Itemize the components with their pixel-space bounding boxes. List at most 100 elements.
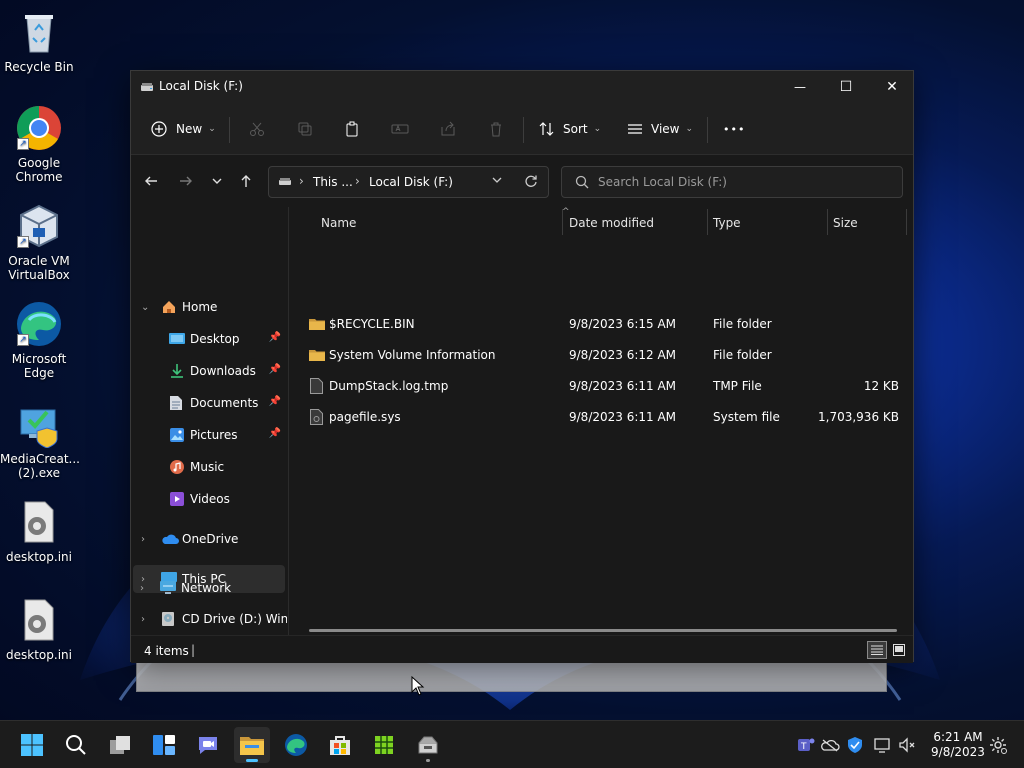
search-input[interactable]: [598, 174, 888, 190]
share-button[interactable]: [440, 115, 456, 143]
document-icon: [169, 395, 183, 414]
volume-muted-icon[interactable]: [897, 735, 917, 755]
maximize-button[interactable]: ☐: [823, 71, 869, 103]
nav-item-home[interactable]: ⌄ Home: [131, 293, 287, 321]
table-row[interactable]: DumpStack.log.tmp 9/8/2023 6:11 AM TMP F…: [289, 371, 913, 401]
nav-item-videos[interactable]: Videos: [131, 485, 287, 513]
chevron-right-icon[interactable]: ›: [140, 583, 144, 594]
breadcrumb-local-disk[interactable]: Local Disk (F:): [369, 175, 453, 189]
table-row[interactable]: pagefile.sys 9/8/2023 6:11 AM System fil…: [289, 402, 913, 432]
taskbar: T 6:21 AM 9/8/2023: [0, 720, 1024, 768]
desktop-icon-label: Microsoft Edge: [11, 352, 67, 380]
notification-settings-icon[interactable]: [988, 735, 1008, 755]
active-indicator: [246, 759, 258, 762]
column-header-type[interactable]: Type: [713, 211, 741, 235]
file-icon: [310, 378, 323, 397]
rename-button[interactable]: [391, 115, 409, 143]
paste-button[interactable]: [344, 115, 360, 143]
security-shield-icon[interactable]: [845, 735, 865, 755]
desktop-icon-virtualbox[interactable]: ↗ Oracle VM VirtualBox: [0, 202, 78, 282]
file-date: 9/8/2023 6:15 AM: [569, 317, 677, 331]
onedrive-tray-icon[interactable]: [820, 735, 840, 755]
desktop-icon-microsoft-edge[interactable]: ↗ Microsoft Edge: [0, 300, 78, 380]
pin-icon[interactable]: 📌: [269, 332, 281, 343]
nav-item-onedrive[interactable]: › OneDrive: [131, 525, 287, 553]
taskbar-edge[interactable]: [278, 727, 314, 763]
table-row[interactable]: System Volume Information 9/8/2023 6:12 …: [289, 340, 913, 370]
desktop-icon-google-chrome[interactable]: ↗ Google Chrome: [0, 104, 78, 184]
nav-item-music[interactable]: Music: [131, 453, 287, 481]
pin-icon[interactable]: 📌: [269, 428, 281, 439]
chevron-down-icon[interactable]: ⌄: [141, 302, 149, 313]
up-button[interactable]: [234, 169, 258, 193]
clock[interactable]: 6:21 AM 9/8/2023: [928, 730, 988, 760]
column-divider[interactable]: [906, 209, 907, 235]
nav-item-label: Network: [181, 581, 232, 595]
recent-locations-button[interactable]: [205, 169, 229, 193]
nav-item-label: Desktop: [190, 332, 240, 346]
column-divider[interactable]: [562, 209, 563, 235]
desktop-icon-desktop-ini-2[interactable]: desktop.ini: [0, 596, 78, 662]
nav-item-network[interactable]: › Network: [130, 574, 286, 602]
forward-button[interactable]: [174, 169, 198, 193]
taskbar-spreadsheet-app[interactable]: [366, 727, 402, 763]
large-icons-view-icon[interactable]: [890, 641, 908, 659]
desktop-icon-desktop-ini-1[interactable]: desktop.ini: [0, 498, 78, 564]
table-row[interactable]: $RECYCLE.BIN 9/8/2023 6:15 AM File folde…: [289, 309, 913, 339]
copy-button[interactable]: [297, 115, 313, 143]
store-icon: [330, 736, 350, 755]
nav-item-documents[interactable]: Documents 📌: [131, 389, 287, 417]
navigation-bar: › This ... › Local Disk (F:): [131, 155, 913, 207]
view-button[interactable]: View ⌄: [627, 115, 693, 143]
teams-tray-icon[interactable]: T: [796, 735, 816, 755]
column-header-name[interactable]: Name: [321, 211, 356, 235]
taskbar-microsoft-store[interactable]: [322, 727, 358, 763]
sort-button[interactable]: Sort ⌄: [539, 115, 601, 143]
network-tray-icon[interactable]: [872, 735, 892, 755]
widgets-button[interactable]: [146, 727, 182, 763]
column-divider[interactable]: [707, 209, 708, 235]
chevron-right-icon[interactable]: ›: [141, 614, 145, 625]
column-divider[interactable]: [827, 209, 828, 235]
address-history-chevron-icon[interactable]: [491, 174, 503, 189]
refresh-icon[interactable]: [524, 174, 538, 191]
column-header-size[interactable]: Size: [833, 211, 858, 235]
column-header-date-modified[interactable]: Date modified: [569, 211, 654, 235]
desktop-icon-recycle-bin[interactable]: Recycle Bin: [0, 8, 78, 74]
nav-item-downloads[interactable]: Downloads 📌: [131, 357, 287, 385]
taskbar-file-explorer[interactable]: [234, 727, 270, 763]
cut-button[interactable]: [249, 115, 265, 143]
chevron-down-icon: ⌄: [208, 124, 216, 134]
close-button[interactable]: ✕: [869, 71, 915, 103]
pin-icon[interactable]: 📌: [269, 396, 281, 407]
nav-item-cd-drive[interactable]: › CD Drive (D:) Windo: [131, 605, 287, 633]
title-bar[interactable]: Local Disk (F:) — ☐ ✕: [131, 71, 913, 103]
desktop-icon-label: Recycle Bin: [4, 60, 74, 74]
search-box[interactable]: [561, 166, 903, 198]
pin-icon[interactable]: 📌: [269, 364, 281, 375]
media-creation-tool-icon: [15, 400, 63, 449]
nav-item-desktop[interactable]: Desktop 📌: [131, 325, 287, 353]
teams-chat-button[interactable]: [190, 727, 226, 763]
start-button[interactable]: [14, 727, 50, 763]
minimize-button[interactable]: —: [777, 71, 823, 103]
taskbar-setup-app[interactable]: [410, 727, 446, 763]
delete-button[interactable]: [488, 115, 504, 143]
desktop-icon-label: Google Chrome: [15, 156, 63, 184]
search-button[interactable]: [58, 727, 94, 763]
widgets-icon: [153, 735, 175, 755]
task-view-button[interactable]: [102, 727, 138, 763]
back-button[interactable]: [139, 169, 163, 193]
folder-icon: [309, 348, 325, 364]
details-view-icon[interactable]: [867, 641, 887, 659]
file-name: pagefile.sys: [329, 410, 401, 424]
chevron-right-icon[interactable]: ›: [141, 534, 145, 545]
desktop-icon-mediacreation[interactable]: MediaCreat... (2).exe: [0, 400, 80, 480]
horizontal-scrollbar[interactable]: [309, 629, 897, 632]
new-button[interactable]: New ⌄: [151, 115, 216, 143]
videos-icon: [169, 491, 185, 510]
breadcrumb-this-pc[interactable]: This ...: [313, 175, 353, 189]
more-options-button[interactable]: •••: [723, 115, 745, 143]
address-bar[interactable]: › This ... › Local Disk (F:): [268, 166, 549, 198]
nav-item-pictures[interactable]: Pictures 📌: [131, 421, 287, 449]
